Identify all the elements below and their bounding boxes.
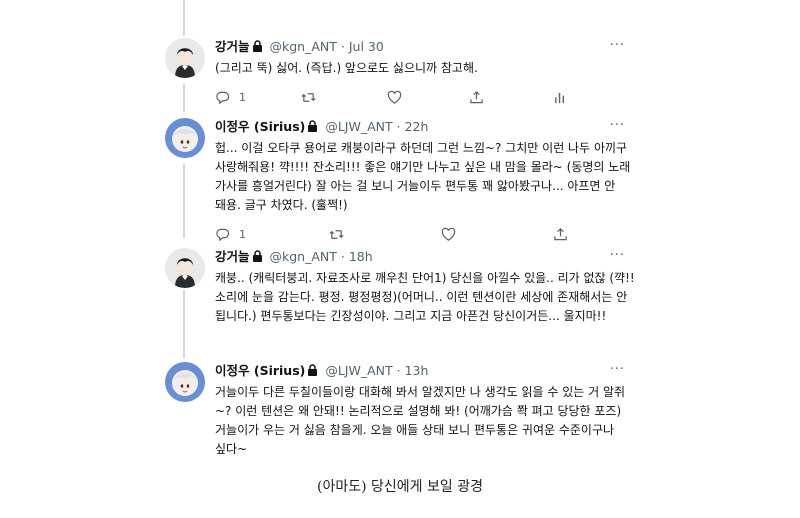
- tweet[interactable]: 강거늘 @kgn_ANT · Jul 30 ··· (그리고 뚝) 싫어. (즉…: [165, 37, 635, 105]
- timestamp[interactable]: Jul 30: [349, 39, 384, 54]
- lock-icon: [307, 363, 318, 381]
- retweet-icon: [329, 230, 344, 239]
- separator-dot: ·: [396, 363, 401, 378]
- handle[interactable]: @kgn_ANT: [270, 249, 337, 264]
- share-icon: [470, 91, 483, 104]
- avatar-dark-hair-image: [165, 38, 205, 78]
- retweet-button[interactable]: [329, 227, 344, 242]
- thread-line-top: [183, 0, 185, 36]
- timestamp[interactable]: 22h: [405, 119, 429, 134]
- avatar[interactable]: [165, 248, 205, 288]
- separator-dot: ·: [340, 249, 345, 264]
- separator-dot: ·: [396, 119, 401, 134]
- display-name[interactable]: 강거늘: [215, 249, 250, 264]
- tweet[interactable]: 이정우 (Sirius) @LJW_ANT · 13h ··· 거늘이두 다른 …: [165, 362, 635, 462]
- handle[interactable]: @LJW_ANT: [325, 363, 392, 378]
- more-icon[interactable]: ···: [610, 361, 625, 379]
- like-button[interactable]: [441, 227, 456, 242]
- share-button[interactable]: [553, 227, 568, 242]
- more-icon[interactable]: ···: [610, 37, 625, 55]
- retweet-icon: [301, 93, 316, 102]
- like-icon: [387, 90, 402, 104]
- reply-count: 1: [239, 228, 246, 241]
- share-button[interactable]: [469, 90, 484, 105]
- display-name[interactable]: 이정우 (Sirius): [215, 363, 305, 378]
- avatar[interactable]: [165, 362, 205, 402]
- avatar[interactable]: [165, 118, 205, 158]
- more-icon[interactable]: ···: [610, 247, 625, 265]
- display-name[interactable]: 강거늘: [215, 39, 250, 54]
- more-icon[interactable]: ···: [610, 117, 625, 135]
- separator-dot: ·: [340, 39, 345, 54]
- handle[interactable]: @kgn_ANT: [270, 39, 337, 54]
- action-bar: 1: [215, 90, 635, 108]
- tweet[interactable]: 이정우 (Sirius) @LJW_ANT · 22h ··· 헙... 이걸 …: [165, 117, 635, 242]
- tweet-text: (그리고 뚝) 싫어. (즉답.) 앞으로도 싫으니까 참고해.: [215, 61, 478, 75]
- tweet-text: 거늘이두 다른 두칠이들이랑 대화해 봐서 알겠지만 나 생각도 읽을 수 있는…: [215, 385, 626, 456]
- analytics-button[interactable]: [553, 90, 568, 105]
- reply-button[interactable]: 1: [215, 227, 246, 242]
- reply-icon: [216, 91, 230, 105]
- tweet-text: 헙... 이걸 오타쿠 용어로 캐붕이라구 하던데 그런 느낌~? 그치만 이런…: [215, 141, 635, 212]
- reply-icon: [216, 228, 230, 242]
- analytics-icon: [555, 92, 565, 104]
- avatar-dark-hair-image: [165, 248, 205, 288]
- avatar-white-hair-image: [165, 118, 205, 158]
- reply-count: 1: [239, 91, 246, 104]
- reply-button[interactable]: 1: [215, 90, 246, 105]
- avatar-white-hair-image: [165, 362, 205, 402]
- action-bar: 1: [215, 227, 635, 245]
- avatar[interactable]: [165, 38, 205, 78]
- like-icon: [441, 227, 456, 241]
- timestamp[interactable]: 18h: [349, 249, 373, 264]
- display-name[interactable]: 이정우 (Sirius): [215, 119, 305, 134]
- tweet-text: 캐붕.. (캐릭터붕괴. 자료조사로 깨우친 단어1) 당신을 아낄수 있을..…: [215, 271, 639, 323]
- lock-icon: [252, 39, 263, 57]
- image-caption: (아마도) 당신에게 보일 광경: [317, 479, 483, 495]
- share-icon: [554, 228, 567, 241]
- lock-icon: [252, 249, 263, 267]
- timestamp[interactable]: 13h: [405, 363, 429, 378]
- like-button[interactable]: [387, 90, 402, 105]
- handle[interactable]: @LJW_ANT: [325, 119, 392, 134]
- lock-icon: [307, 119, 318, 137]
- tweet[interactable]: 강거늘 @kgn_ANT · 18h ··· 캐붕.. (캐릭터붕괴. 자료조사…: [165, 248, 635, 348]
- retweet-button[interactable]: [301, 90, 316, 105]
